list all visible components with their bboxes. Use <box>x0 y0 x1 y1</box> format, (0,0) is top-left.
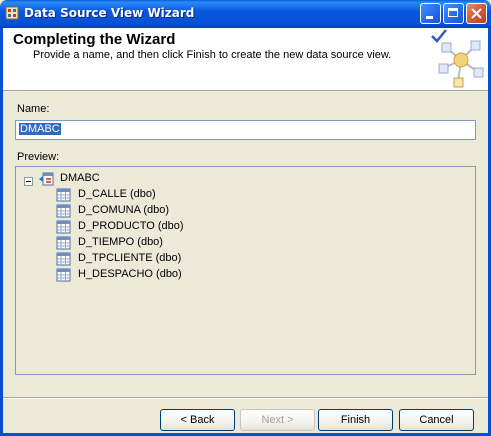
tree-item-label: D_CALLE (dbo) <box>78 188 156 200</box>
back-button[interactable]: < Back <box>160 409 235 431</box>
finish-button[interactable]: Finish <box>318 409 393 431</box>
table-icon <box>56 204 71 218</box>
tree-item-label: D_COMUNA (dbo) <box>78 204 170 216</box>
footer-divider <box>3 397 488 399</box>
page-title: Completing the Wizard <box>13 31 176 48</box>
name-input-value: DMABC <box>19 123 61 135</box>
tree-item-label: D_TPCLIENTE (dbo) <box>78 252 182 264</box>
table-icon <box>56 236 71 250</box>
tree-item-label: D_PRODUCTO (dbo) <box>78 220 184 232</box>
wizard-banner-icon <box>431 29 484 88</box>
wizard-app-icon <box>5 6 19 20</box>
title-bar[interactable]: Data Source View Wizard <box>0 0 491 28</box>
page-subtitle: Provide a name, and then click Finish to… <box>33 49 392 61</box>
tree-root-label: DMABC <box>60 172 100 184</box>
wizard-window: Data Source View Wizard Completing the W… <box>0 0 491 436</box>
table-icon <box>56 252 71 266</box>
table-icon <box>56 268 71 282</box>
collapse-toggle[interactable] <box>24 177 33 186</box>
preview-label: Preview: <box>17 151 60 163</box>
name-label: Name: <box>17 103 50 115</box>
name-input[interactable]: DMABC <box>15 120 476 140</box>
cancel-button[interactable]: Cancel <box>399 409 474 431</box>
preview-tree[interactable]: DMABC D_CALLE (dbo) D_COMUNA (dbo) D_PRO… <box>15 166 476 375</box>
table-icon <box>56 220 71 234</box>
window-title: Data Source View Wizard <box>24 6 195 20</box>
close-icon <box>471 8 482 19</box>
next-button[interactable]: Next > <box>240 409 315 431</box>
wizard-header: Completing the Wizard Provide a name, an… <box>3 28 488 91</box>
tree-item-label: D_TIEMPO (dbo) <box>78 236 163 248</box>
data-source-view-icon <box>39 172 54 186</box>
tree-item-label: H_DESPACHO (dbo) <box>78 268 182 280</box>
table-icon <box>56 188 71 202</box>
close-button[interactable] <box>466 3 487 24</box>
maximize-button[interactable] <box>443 3 464 24</box>
minimize-button[interactable] <box>420 3 441 24</box>
